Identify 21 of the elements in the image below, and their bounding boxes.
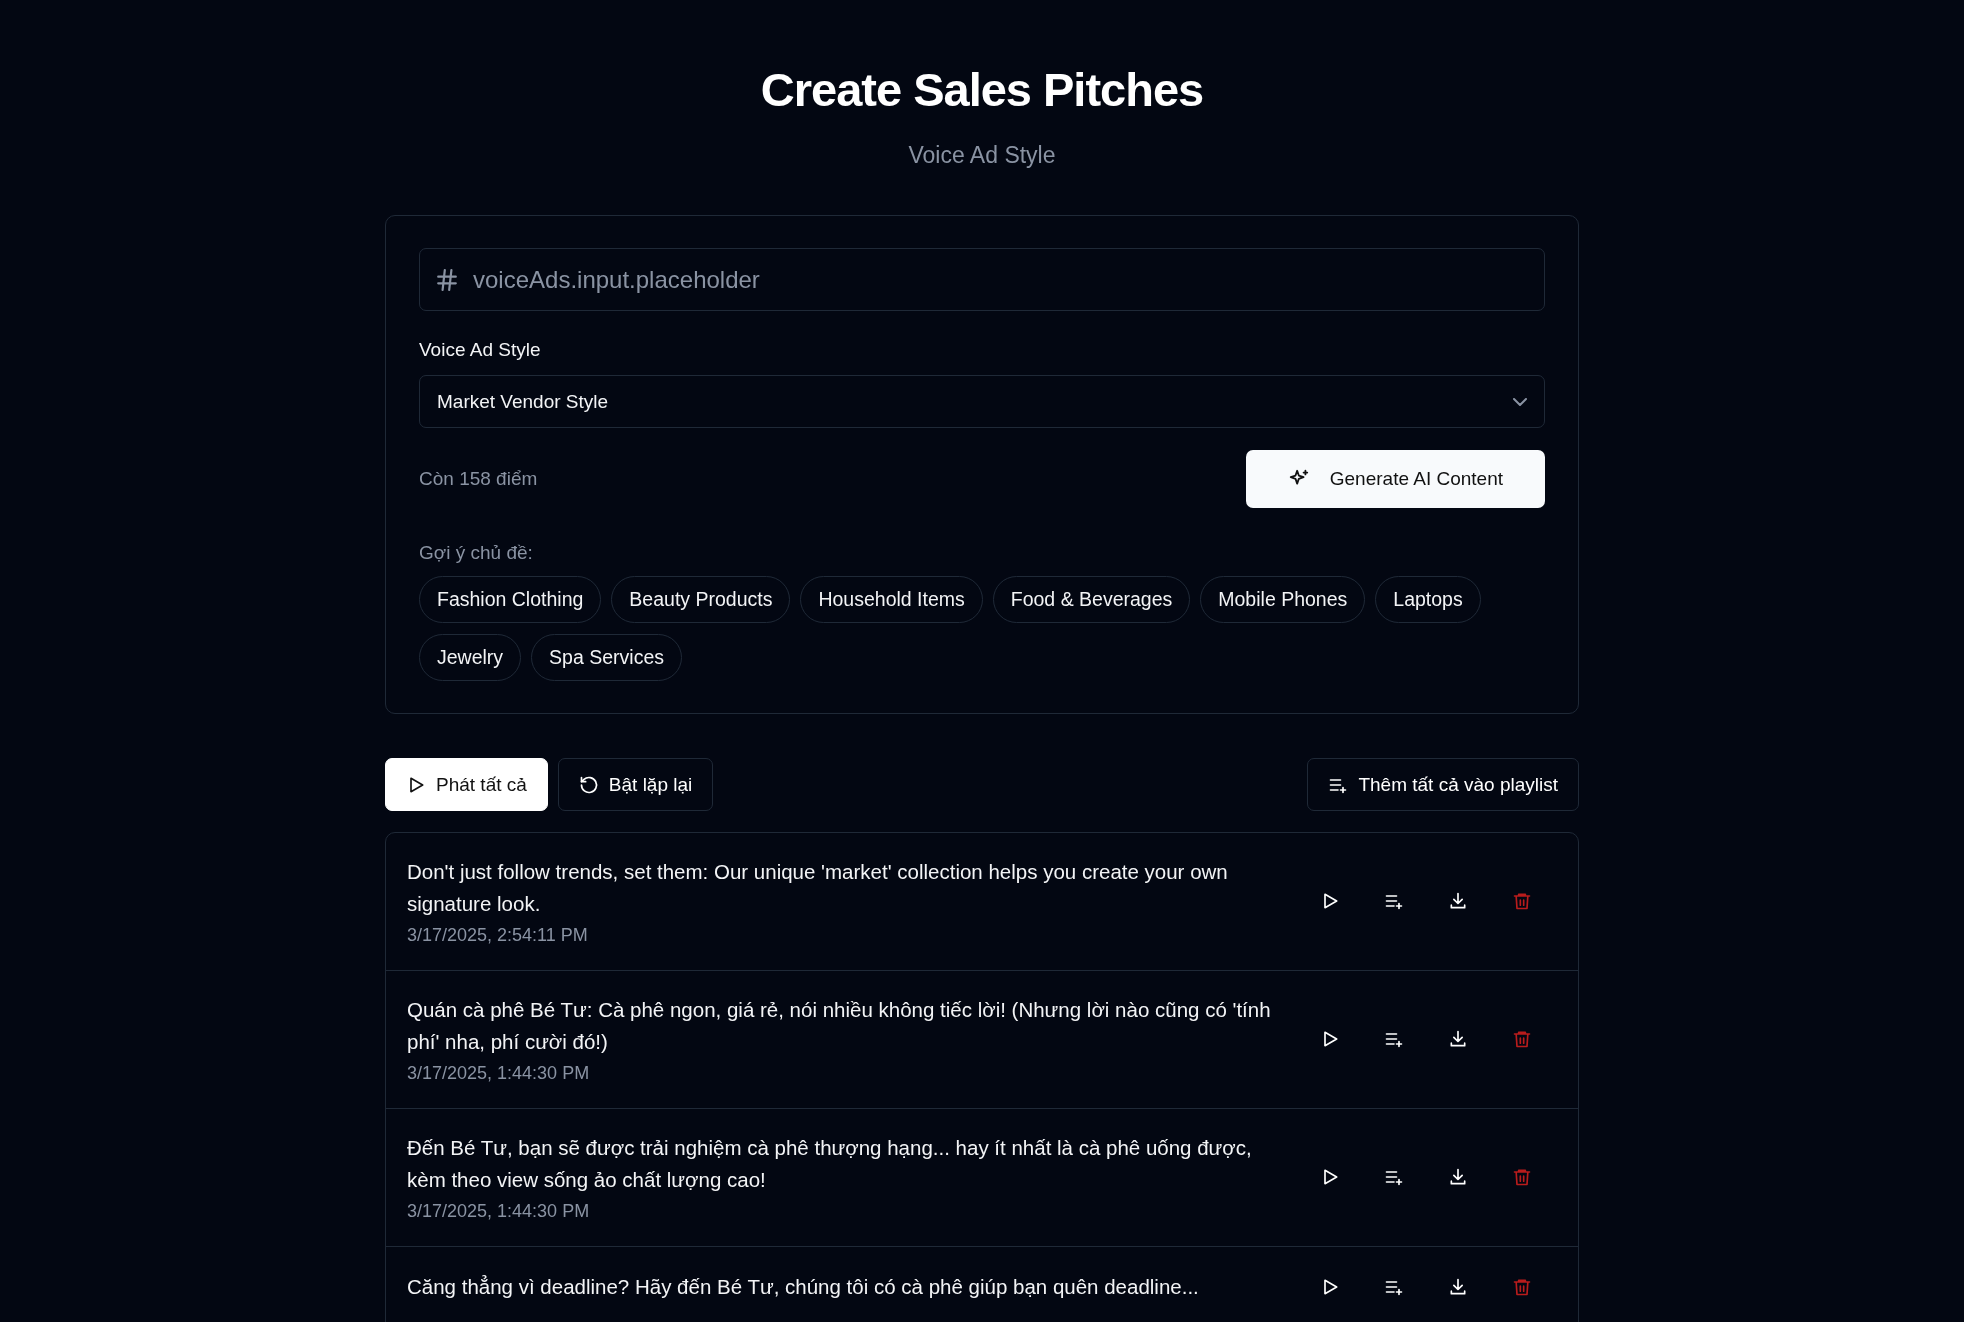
field-label: Voice Ad Style: [419, 339, 542, 361]
credits-text: Còn 158 điểm: [419, 468, 538, 490]
pitch-date: 3/17/2025, 1:44:30 PM: [407, 1063, 591, 1084]
pitch-date: 3/17/2025, 2:54:11 PM: [407, 925, 589, 946]
pitch-text: Đến Bé Tư, bạn sẽ được trải nghiệm cà phê thượng hạng... hay ít nhất là cà phê uống được, kèm theo view sống ảo chất lượng cao!: [407, 1135, 1253, 1193]
play-all-button[interactable]: Phát tất cả: [385, 758, 548, 811]
suggestions-label: Gợi ý chủ đề:: [419, 542, 534, 564]
repeat-button[interactable]: Bật lặp lại: [557, 758, 714, 811]
pitch-text: Căng thẳng vì deadline? Hãy đến Bé Tư, chúng tôi có cà phê giúp bạn quên deadline...: [407, 1274, 1200, 1300]
chevron-down-icon: [1513, 397, 1527, 406]
pitch-text: Don't just follow trends, set them: Our unique 'market' collection helps you create your own signature look.: [407, 859, 1229, 917]
topic-input-field[interactable]: voiceAds.input.placeholder: [419, 248, 1545, 311]
hash-icon: [437, 269, 457, 291]
add-all-to-playlist-button[interactable]: Thêm tất cả vào playlist: [1307, 758, 1579, 811]
pitch-text: Quán cà phê Bé Tư: Cà phê ngon, giá rẻ, nói nhiều không tiếc lời! (Nhưng lời nào cũng có 'tính phí' nha, phí cười đó!): [407, 997, 1272, 1055]
rotate-icon: [578, 774, 599, 795]
generate-button[interactable]: Generate AI Content: [1245, 450, 1545, 508]
pitch-date: 3/17/2025, 1:44:30 PM: [407, 1201, 591, 1222]
page-subtitle: Voice Ad Style: [907, 142, 1057, 169]
style-dropdown[interactable]: Market Vendor Style: [419, 375, 1545, 428]
page-title: Create Sales Pitches: [759, 62, 1205, 118]
